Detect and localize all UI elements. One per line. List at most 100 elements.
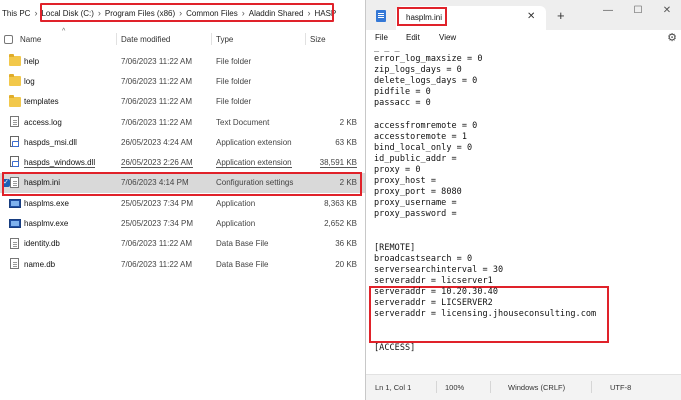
file-row[interactable]: access.log 7/06/2023 11:22 AM Text Documen… <box>0 112 365 132</box>
file-size: 8,363 KB <box>324 198 357 208</box>
text-line: proxy_port = 8080 <box>374 187 462 198</box>
file-name: name.db <box>24 259 56 269</box>
text-line: passacc = 0 <box>374 98 431 109</box>
minimize-icon[interactable]: — <box>599 5 617 16</box>
text-line: error_log_maxsize = 0 <box>374 54 483 64</box>
sort-ascending-icon: ^ <box>62 28 66 35</box>
text-line: proxy = 0 <box>374 165 421 175</box>
column-divider[interactable] <box>116 33 117 45</box>
file-date-modified: 26/05/2023 4:24 AM <box>121 137 193 147</box>
new-tab-icon[interactable]: + <box>557 8 565 23</box>
file-date-modified: 25/05/2023 7:34 PM <box>121 198 194 208</box>
file-size: 2,652 KB <box>324 219 357 229</box>
folder-icon <box>9 74 21 87</box>
text-line: bind_local_only = 0 <box>374 142 473 153</box>
text-line: pidfile = 0 <box>374 87 431 98</box>
chevron-right-icon: › <box>307 8 311 18</box>
column-divider[interactable] <box>211 33 212 45</box>
text-file-icon <box>10 115 19 127</box>
text-editor[interactable]: _ _ _ error_log_maxsize = 0 zip_logs_days… <box>366 48 681 374</box>
file-row[interactable]: hasplms.exe 25/05/2023 7:34 PM Application… <box>0 193 365 213</box>
text-line: serveraddr = licensing.jhouseconsulting.… <box>374 309 597 320</box>
chevron-right-icon: › <box>179 8 183 18</box>
settings-file-icon <box>10 176 19 188</box>
column-header-type[interactable]: Type <box>216 35 233 44</box>
close-window-icon[interactable]: ✕ <box>658 5 676 16</box>
breadcrumb-this-pc[interactable]: This PC <box>0 9 32 18</box>
file-name: log <box>24 76 35 86</box>
file-type: Application <box>216 219 256 229</box>
gear-icon[interactable]: ⚙ <box>667 31 677 44</box>
column-header-date[interactable]: Date modified <box>121 35 170 44</box>
text-line: proxy_password = <box>374 209 457 220</box>
chevron-right-icon: › <box>97 8 101 18</box>
file-row[interactable]: name.db 7/06/2023 11:22 AM Data Base File 2… <box>0 254 365 274</box>
file-type: Configuration settings <box>216 178 294 188</box>
file-type: File folder <box>216 56 252 66</box>
file-row[interactable]: templates 7/06/2023 11:22 AM File folder <box>0 92 365 112</box>
menu-bar: File Edit View ⚙ <box>366 30 681 48</box>
exe-file-icon <box>9 219 21 229</box>
row-checkbox-checked[interactable]: ✓ <box>2 178 10 187</box>
file-size: 38,591 KB <box>319 157 357 168</box>
breadcrumb-program-files[interactable]: Program Files (x86) <box>103 9 177 18</box>
db-file-icon <box>10 237 19 249</box>
status-divider <box>490 381 491 393</box>
file-date-modified: 7/06/2023 11:22 AM <box>121 117 193 127</box>
dll-file-icon <box>10 156 19 168</box>
breadcrumb-common-files[interactable]: Common Files <box>184 9 240 18</box>
chevron-right-icon: › <box>34 8 38 18</box>
file-type: Application extension <box>216 137 292 147</box>
file-explorer: This PC › Local Disk (C:) › Program File… <box>0 0 365 400</box>
file-name: hasplm.ini <box>24 178 61 188</box>
column-header-name[interactable]: Name <box>20 35 41 44</box>
file-row[interactable]: help 7/06/2023 11:22 AM File folder <box>0 51 365 71</box>
file-row[interactable]: hasplmv.exe 25/05/2023 7:34 PM Application… <box>0 213 365 233</box>
breadcrumb-aladdin-shared[interactable]: Aladdin Shared <box>247 9 306 18</box>
dll-file-icon <box>10 136 19 148</box>
file-date-modified: 25/05/2023 7:34 PM <box>121 219 194 229</box>
text-line: zip_logs_days = 0 <box>374 65 462 76</box>
column-divider[interactable] <box>305 33 306 45</box>
select-all-checkbox[interactable] <box>4 34 13 44</box>
column-header-row: Name ^ Date modified Type Size <box>0 28 365 47</box>
file-type: File folder <box>216 76 252 86</box>
file-row[interactable]: identity.db 7/06/2023 11:22 AM Data Base F… <box>0 234 365 254</box>
zoom-level: 100% <box>445 383 465 392</box>
file-date-modified: 26/05/2023 2:26 AM <box>121 157 193 168</box>
close-tab-icon[interactable]: ✕ <box>527 11 535 22</box>
title-bar[interactable]: hasplm.ini ✕ + — ☐ ✕ <box>366 0 681 30</box>
exe-file-icon <box>9 199 21 209</box>
breadcrumb-local-disk[interactable]: Local Disk (C:) <box>39 9 95 18</box>
file-date-modified: 7/06/2023 11:22 AM <box>121 56 193 66</box>
status-bar: Ln 1, Col 1 100% Windows (CRLF) UTF-8 <box>366 374 681 400</box>
menu-view[interactable]: View <box>439 33 456 42</box>
text-line: [ACCESS] <box>374 342 416 353</box>
file-row[interactable]: haspds_windows.dll 26/05/2023 2:26 AM Appl… <box>0 152 365 172</box>
menu-file[interactable]: File <box>375 33 388 42</box>
file-row[interactable]: ✓ hasplm.ini 7/06/2023 4:14 PM Configuratio… <box>0 172 365 194</box>
maximize-icon[interactable]: ☐ <box>629 5 647 16</box>
file-date-modified: 7/06/2023 11:22 AM <box>121 97 193 107</box>
file-name: help <box>24 56 40 66</box>
column-header-size[interactable]: Size <box>310 35 326 44</box>
file-row[interactable]: log 7/06/2023 11:22 AM File folder <box>0 71 365 91</box>
breadcrumb-hasp[interactable]: HASP <box>312 9 338 18</box>
line-ending: Windows (CRLF) <box>508 383 566 392</box>
text-line: delete_logs_days = 0 <box>374 76 478 87</box>
text-line: proxy_username = <box>374 198 457 209</box>
text-line: serversearchinterval = 30 <box>374 264 504 275</box>
status-divider <box>436 381 437 393</box>
text-line: id_public_addr = <box>374 153 457 164</box>
db-file-icon <box>10 257 19 269</box>
file-row[interactable]: haspds_msi.dll 26/05/2023 4:24 AM Applicat… <box>0 132 365 152</box>
text-line: serveraddr = 10.20.30.40 <box>374 287 499 298</box>
file-name: identity.db <box>24 239 60 249</box>
status-divider <box>591 381 592 393</box>
text-line: broadcastsearch = 0 <box>374 253 473 264</box>
file-size: 2 KB <box>339 117 357 127</box>
file-type: Text Document <box>216 117 270 127</box>
file-size: 63 KB <box>335 137 357 147</box>
document-tab[interactable]: hasplm.ini ✕ <box>396 6 546 30</box>
menu-edit[interactable]: Edit <box>406 33 420 42</box>
